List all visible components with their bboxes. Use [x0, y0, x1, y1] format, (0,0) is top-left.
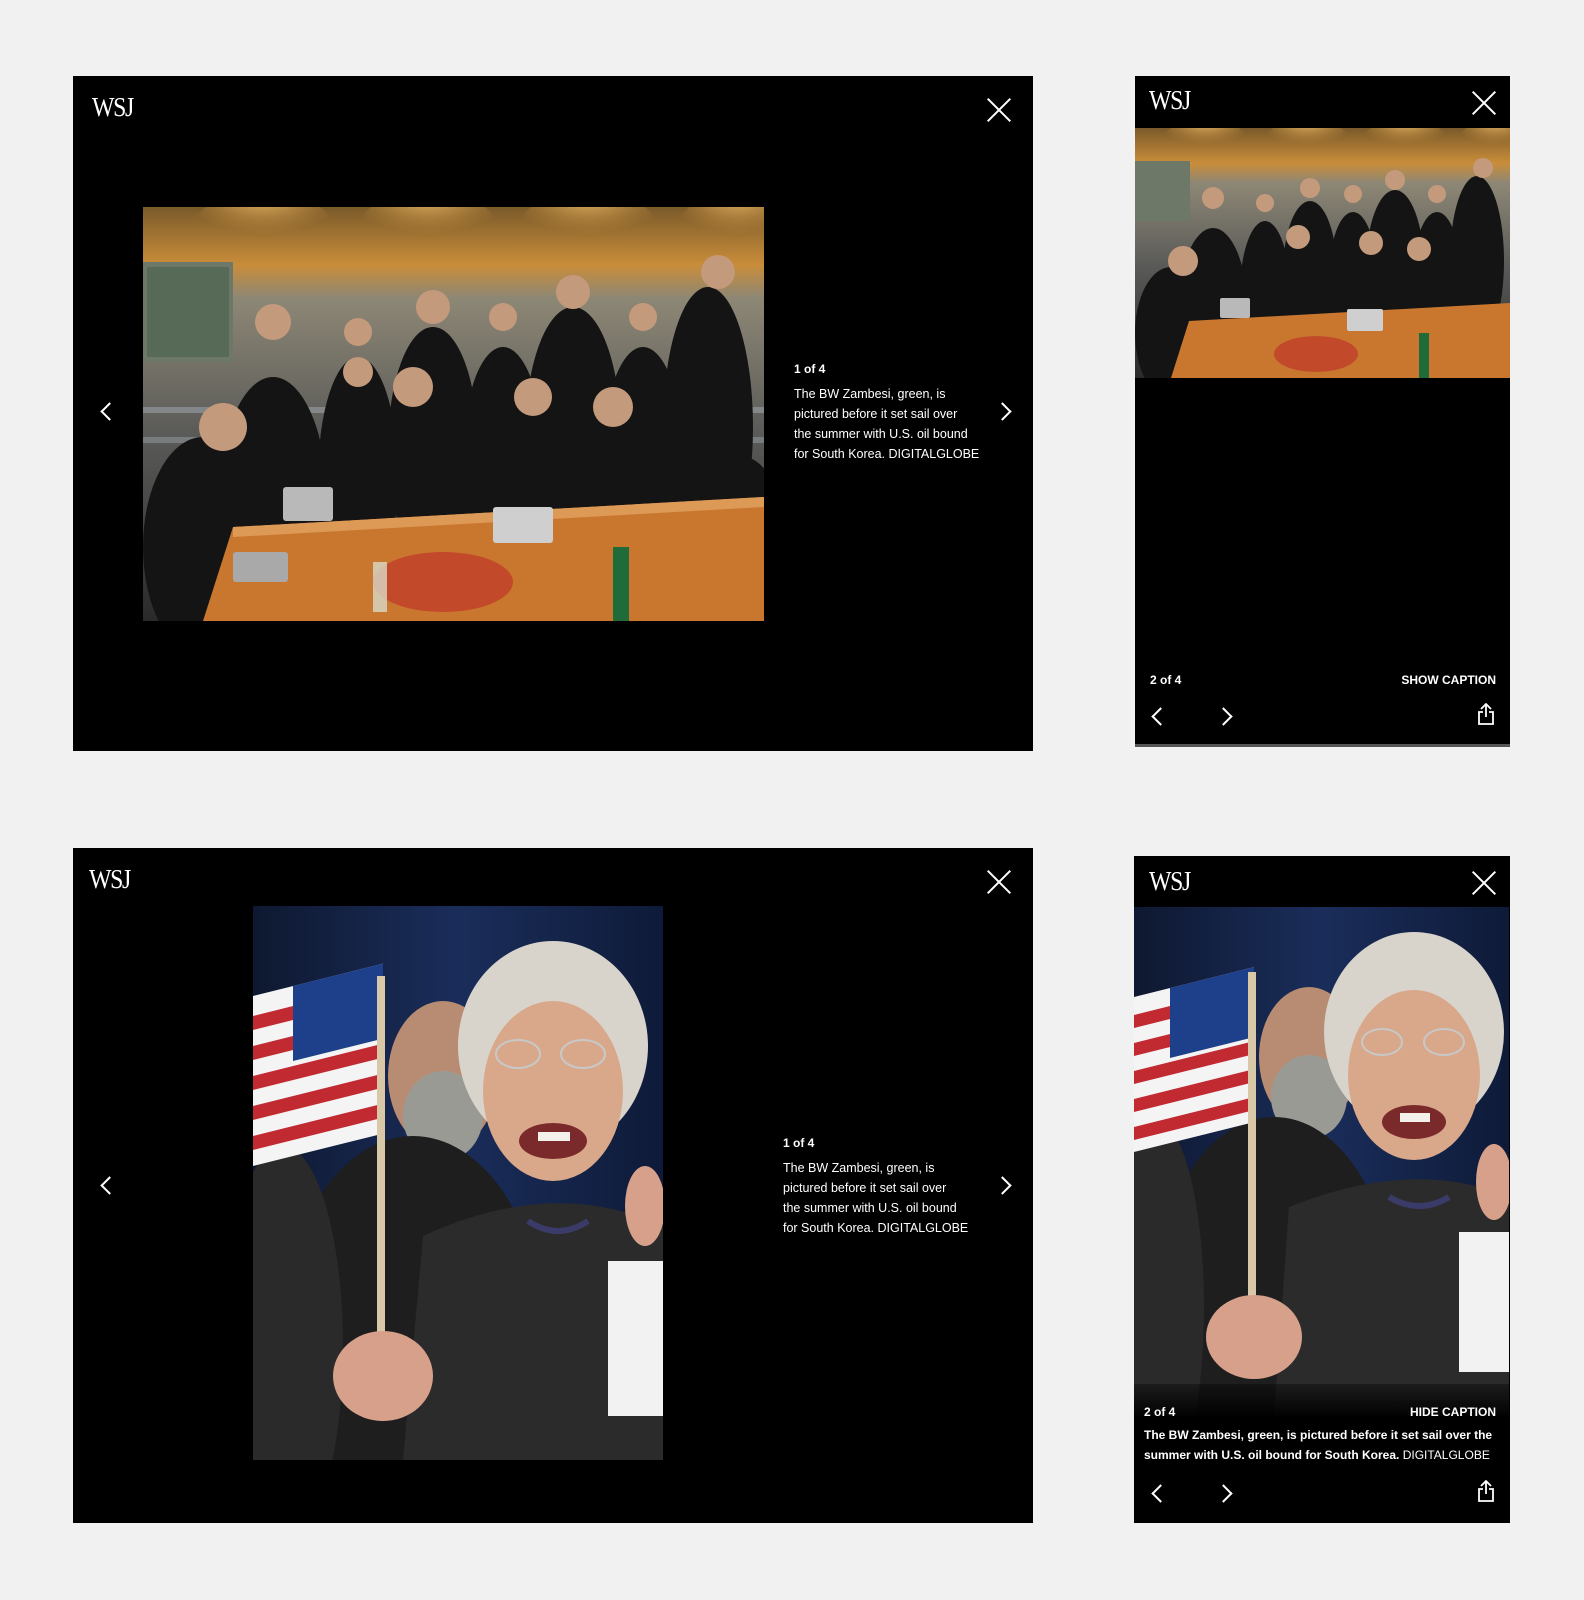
- show-caption-button[interactable]: SHOW CAPTION: [1401, 673, 1496, 687]
- slide-counter: 1 of 4: [794, 362, 826, 376]
- caption-line: the summer with U.S. oil bound: [794, 427, 968, 441]
- photo-credit: DIGITALGLOBE: [1402, 1448, 1490, 1462]
- close-icon[interactable]: [986, 869, 1012, 895]
- caption-line-text: summer with U.S. oil bound for South Kor…: [1144, 1448, 1400, 1462]
- photo-woman-flag-image: [253, 906, 663, 1460]
- wsj-logo[interactable]: WSJ: [1149, 868, 1191, 895]
- gallery-photo-team-applauding: [143, 207, 764, 621]
- gallery-photo-team-applauding: [1135, 128, 1510, 378]
- wsj-logo[interactable]: WSJ: [1149, 87, 1191, 114]
- chevron-right-icon[interactable]: [997, 1178, 1011, 1192]
- close-icon[interactable]: [1471, 90, 1497, 116]
- caption-line: pictured before it set sail over: [794, 407, 958, 421]
- gallery-photo-woman-flag: [253, 906, 663, 1460]
- caption-line: summer with U.S. oil bound for South Kor…: [1144, 1445, 1502, 1465]
- caption-line: The BW Zambesi, green, is: [794, 387, 946, 401]
- desktop-gallery-panel-2: WSJ 1 of 4 The BW Zambesi, green, is pic…: [73, 848, 1033, 1523]
- share-icon[interactable]: [1477, 703, 1495, 725]
- caption-text: The BW Zambesi, green, is pictured befor…: [794, 384, 994, 464]
- chevron-left-icon[interactable]: [1150, 709, 1164, 723]
- photo-team-applauding-image: [143, 207, 764, 621]
- caption-block: 1 of 4 The BW Zambesi, green, is picture…: [794, 362, 994, 464]
- caption-line: The BW Zambesi, green, is: [783, 1161, 935, 1175]
- mobile-gallery-panel-1: WSJ 2 of 4 SHOW CAPTION: [1135, 76, 1510, 747]
- wsj-logo[interactable]: WSJ: [89, 866, 131, 893]
- desktop-gallery-panel-1: WSJ 1 of 4 The BW Zambesi, green, is pic…: [73, 76, 1033, 751]
- wsj-logo[interactable]: WSJ: [92, 94, 134, 121]
- progress-bar: [1135, 744, 1510, 747]
- caption-line: The BW Zambesi, green, is pictured befor…: [1144, 1428, 1493, 1442]
- close-icon[interactable]: [1471, 870, 1497, 896]
- photo-team-applauding-image: [1135, 128, 1510, 378]
- caption-line: the summer with U.S. oil bound: [783, 1201, 957, 1215]
- caption-text: The BW Zambesi, green, is pictured befor…: [1144, 1425, 1502, 1465]
- slide-counter: 1 of 4: [783, 1136, 815, 1150]
- mobile-gallery-panel-2: WSJ 2 of 4 HIDE CAPTION The BW Zambesi, …: [1134, 856, 1510, 1523]
- caption-line: pictured before it set sail over: [783, 1181, 947, 1195]
- chevron-left-icon[interactable]: [1150, 1486, 1164, 1500]
- share-icon[interactable]: [1477, 1480, 1495, 1502]
- photo-woman-flag-image: [1134, 907, 1509, 1417]
- close-icon[interactable]: [986, 97, 1012, 123]
- hide-caption-button[interactable]: HIDE CAPTION: [1410, 1405, 1496, 1419]
- caption-block: 1 of 4 The BW Zambesi, green, is picture…: [783, 1136, 983, 1238]
- chevron-left-icon[interactable]: [99, 404, 113, 418]
- caption-text: The BW Zambesi, green, is pictured befor…: [783, 1158, 983, 1238]
- slide-counter: 2 of 4: [1150, 673, 1182, 687]
- chevron-right-icon[interactable]: [1218, 1486, 1232, 1500]
- chevron-right-icon[interactable]: [1218, 709, 1232, 723]
- slide-counter: 2 of 4: [1144, 1405, 1176, 1419]
- chevron-right-icon[interactable]: [997, 404, 1011, 418]
- chevron-left-icon[interactable]: [99, 1178, 113, 1192]
- caption-line: for South Korea. DIGITALGLOBE: [783, 1221, 969, 1235]
- gallery-photo-woman-flag: [1134, 907, 1509, 1417]
- caption-line: for South Korea. DIGITALGLOBE: [794, 447, 980, 461]
